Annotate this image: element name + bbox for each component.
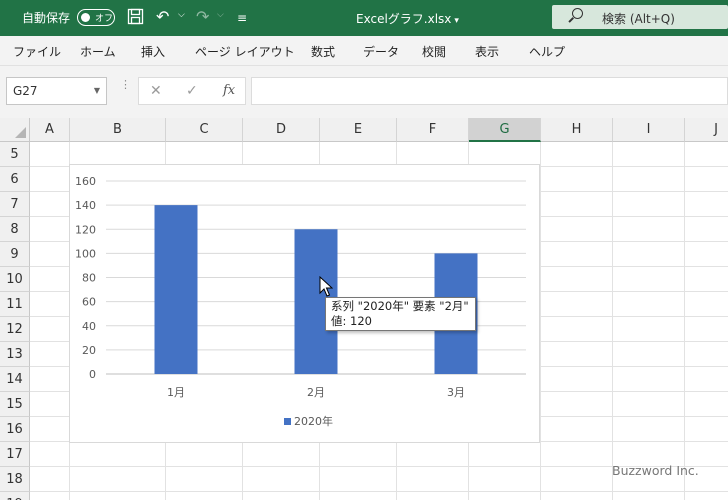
ribbon-tabs: ファイル ホーム 挿入 ページ レイアウト 数式 データ 校閲 表示 ヘルプ — [0, 36, 728, 66]
ribbon-tab[interactable]: ホーム — [80, 43, 116, 60]
ribbon-tab[interactable]: 挿入 — [141, 43, 165, 60]
grid-column-line — [684, 142, 685, 500]
document-title[interactable]: Excelグラフ.xlsx ▾ — [356, 10, 459, 27]
y-tick-label: 40 — [82, 320, 96, 333]
row-header[interactable]: 6 — [0, 167, 30, 192]
row-header[interactable]: 10 — [0, 267, 30, 292]
toggle-knob — [81, 13, 90, 22]
formula-bar: G27 ▼ ⋮ ✕ ✓ fx — [0, 66, 728, 118]
y-tick-label: 120 — [75, 223, 96, 236]
row-header[interactable]: 13 — [0, 342, 30, 367]
legend-label[interactable]: 2020年 — [294, 414, 333, 428]
autosave-toggle[interactable]: オフ — [77, 9, 115, 26]
enter-icon[interactable]: ✓ — [186, 83, 198, 99]
search-label: 検索 (Alt+Q) — [602, 12, 675, 26]
bar[interactable] — [154, 205, 198, 374]
column-header[interactable]: H — [541, 118, 613, 142]
column-header[interactable]: E — [320, 118, 397, 142]
column-header[interactable]: D — [243, 118, 320, 142]
cancel-icon[interactable]: ✕ — [150, 83, 162, 99]
ribbon-tab[interactable]: ページ レイアウト — [195, 43, 295, 60]
row-header[interactable]: 9 — [0, 242, 30, 267]
ribbon-tab[interactable]: ヘルプ — [529, 43, 565, 60]
column-header[interactable]: C — [166, 118, 243, 142]
column-header[interactable]: F — [397, 118, 469, 142]
row-header[interactable]: 19 — [0, 492, 30, 500]
x-tick-label: 1月 — [167, 386, 185, 399]
grid-row-line — [30, 491, 728, 492]
y-tick-label: 20 — [82, 344, 96, 357]
row-header[interactable]: 7 — [0, 192, 30, 217]
formula-input[interactable] — [251, 77, 728, 105]
insert-function-icon[interactable]: fx — [223, 83, 235, 98]
column-header[interactable]: B — [70, 118, 166, 142]
filename-text: Excelグラフ.xlsx — [356, 12, 452, 26]
row-header[interactable]: 18 — [0, 467, 30, 492]
y-tick-label: 60 — [82, 296, 96, 309]
more-options-icon[interactable]: ⋮ — [120, 79, 131, 90]
y-tick-label: 0 — [89, 368, 96, 381]
column-header[interactable]: J — [685, 118, 728, 142]
column-header[interactable]: I — [613, 118, 685, 142]
save-icon[interactable] — [127, 8, 144, 29]
column-header[interactable]: A — [30, 118, 70, 142]
ribbon-tab[interactable]: 数式 — [311, 43, 335, 60]
undo-dropdown-icon[interactable]: ⌵ — [178, 10, 185, 20]
row-header[interactable]: 5 — [0, 142, 30, 167]
name-box-value: G27 — [13, 84, 38, 98]
chevron-down-icon: ▾ — [454, 16, 459, 26]
redo-icon[interactable]: ↷ — [196, 8, 209, 26]
select-all-corner[interactable] — [0, 118, 30, 142]
chevron-down-icon[interactable]: ▼ — [94, 86, 100, 95]
column-header[interactable]: G — [469, 118, 541, 142]
row-header[interactable]: 12 — [0, 317, 30, 342]
tooltip-value-line: 値: 120 — [331, 314, 372, 328]
tooltip-series-line: 系列 "2020年" 要素 "2月" — [331, 299, 469, 313]
y-tick-label: 160 — [75, 175, 96, 188]
y-tick-label: 100 — [75, 247, 96, 260]
row-header[interactable]: 17 — [0, 442, 30, 467]
search-icon — [572, 8, 583, 19]
autosave-label: 自動保存 — [22, 11, 71, 25]
x-tick-label: 3月 — [447, 386, 465, 399]
legend-swatch — [284, 418, 291, 425]
ribbon-tab[interactable]: 表示 — [475, 43, 499, 60]
y-tick-label: 80 — [82, 272, 96, 285]
watermark: Buzzword Inc. — [612, 463, 699, 478]
row-header[interactable]: 16 — [0, 417, 30, 442]
search-box[interactable]: 検索 (Alt+Q) — [552, 5, 728, 29]
name-box[interactable]: G27 ▼ — [6, 77, 107, 105]
title-bar: 自動保存 オフ ↶ ⌵ ↷ ⌵ ≡ Excelグラフ.xlsx ▾ 検索 (Alt… — [0, 0, 728, 36]
row-header[interactable]: 11 — [0, 292, 30, 317]
row-header[interactable]: 15 — [0, 392, 30, 417]
formula-buttons: ✕ ✓ fx — [138, 77, 246, 105]
chart-tooltip: 系列 "2020年" 要素 "2月" 値: 120 — [325, 297, 476, 331]
ribbon-tab[interactable]: データ — [363, 43, 399, 60]
row-header[interactable]: 14 — [0, 367, 30, 392]
customize-qat-icon[interactable]: ≡ — [237, 9, 247, 27]
grid-column-line — [612, 142, 613, 500]
x-tick-label: 2月 — [307, 386, 325, 399]
redo-dropdown-icon[interactable]: ⌵ — [217, 10, 224, 20]
y-tick-label: 140 — [75, 199, 96, 212]
ribbon-tab[interactable]: 校閲 — [422, 43, 446, 60]
undo-icon[interactable]: ↶ — [156, 8, 169, 26]
row-header[interactable]: 8 — [0, 217, 30, 242]
autosave-state: オフ — [95, 14, 114, 24]
mouse-cursor-icon — [319, 275, 334, 302]
ribbon-tab[interactable]: ファイル — [13, 43, 61, 60]
